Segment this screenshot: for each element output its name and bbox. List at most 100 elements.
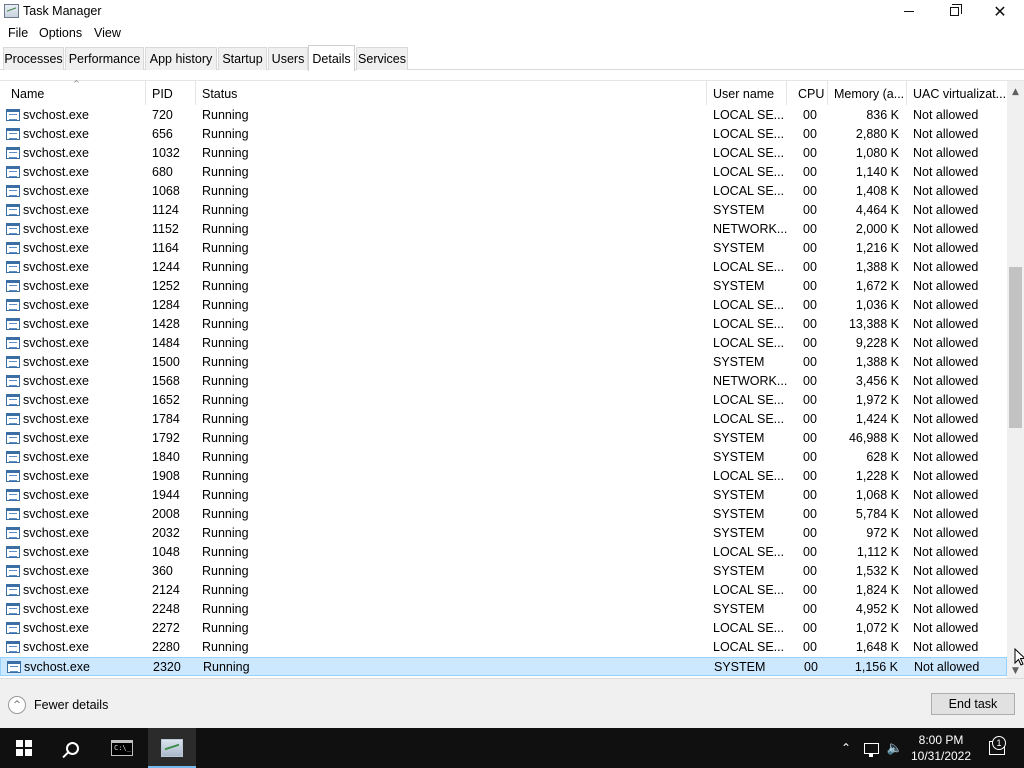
table-row[interactable]: svchost.exe 2320 Running SYSTEM 00 1,156 K Not… <box>0 657 1007 676</box>
exe-icon <box>6 337 20 349</box>
table-row[interactable]: svchost.exe 1032 Running LOCAL SE... 00 1,080… <box>0 144 1007 163</box>
volume-icon[interactable]: 🔈 <box>884 728 906 768</box>
table-row[interactable]: svchost.exe 2248 Running SYSTEM 00 4,952 K Not… <box>0 600 1007 619</box>
process-uac: Not allowed <box>913 469 979 483</box>
vertical-scrollbar[interactable]: ▲ ▼ <box>1007 81 1024 679</box>
windows-logo-icon <box>16 740 32 756</box>
table-row[interactable]: svchost.exe 1048 Running LOCAL SE... 00 1,112… <box>0 543 1007 562</box>
table-row[interactable]: svchost.exe 1792 Running SYSTEM 00 46,988 K No… <box>0 429 1007 448</box>
menu-options[interactable]: Options <box>39 26 82 40</box>
process-user: LOCAL SE... <box>713 165 785 179</box>
table-row[interactable]: svchost.exe 1840 Running SYSTEM 00 628 K Not a… <box>0 448 1007 467</box>
scroll-up-icon[interactable]: ▲ <box>1007 83 1024 100</box>
table-row[interactable]: svchost.exe 1652 Running LOCAL SE... 00 1,972… <box>0 391 1007 410</box>
process-name: svchost.exe <box>23 545 90 559</box>
exe-icon <box>6 413 20 425</box>
fewer-details-link[interactable]: Fewer details <box>34 698 108 712</box>
chevron-up-icon[interactable]: ^ <box>8 696 26 714</box>
table-row[interactable]: svchost.exe 360 Running SYSTEM 00 1,532 K Not … <box>0 562 1007 581</box>
process-cpu: 00 <box>803 146 817 160</box>
tab-startup[interactable]: Startup <box>218 47 267 70</box>
table-row[interactable]: svchost.exe 1164 Running SYSTEM 00 1,216 K Not… <box>0 239 1007 258</box>
tab-services[interactable]: Services <box>356 47 408 70</box>
process-status: Running <box>202 621 249 635</box>
process-memory: 1,140 K <box>855 165 899 179</box>
start-button[interactable] <box>0 728 48 768</box>
table-row[interactable]: svchost.exe 2124 Running LOCAL SE... 00 1,824… <box>0 581 1007 600</box>
table-row[interactable]: svchost.exe 1284 Running LOCAL SE... 00 1,036… <box>0 296 1007 315</box>
table-row[interactable]: svchost.exe 1908 Running LOCAL SE... 00 1,228… <box>0 467 1007 486</box>
action-center-button[interactable]: 1 <box>982 728 1012 768</box>
table-row[interactable]: svchost.exe 1068 Running LOCAL SE... 00 1,408… <box>0 182 1007 201</box>
table-row[interactable]: svchost.exe 1568 Running NETWORK... 00 3,456 … <box>0 372 1007 391</box>
column-header-pid[interactable]: PID <box>146 81 196 106</box>
table-row[interactable]: svchost.exe 1124 Running SYSTEM 00 4,464 K Not… <box>0 201 1007 220</box>
column-header-status[interactable]: Status <box>196 81 706 106</box>
column-header-user-name[interactable]: User name <box>707 81 787 106</box>
table-row[interactable]: svchost.exe 2272 Running LOCAL SE... 00 1,072… <box>0 619 1007 638</box>
table-row[interactable]: svchost.exe 720 Running LOCAL SE... 00 836 K N… <box>0 106 1007 125</box>
tab-app-history[interactable]: App history <box>145 47 217 70</box>
table-row[interactable]: svchost.exe 1784 Running LOCAL SE... 00 1,424… <box>0 410 1007 429</box>
process-uac: Not allowed <box>913 317 979 331</box>
table-row[interactable]: svchost.exe 1244 Running LOCAL SE... 00 1,388… <box>0 258 1007 277</box>
process-status: Running <box>202 165 249 179</box>
maximize-button[interactable] <box>931 0 977 23</box>
tab-performance[interactable]: Performance <box>65 47 144 70</box>
process-uac: Not allowed <box>913 279 979 293</box>
table-row[interactable]: svchost.exe 2280 Running LOCAL SE... 00 1,648… <box>0 638 1007 657</box>
table-row[interactable]: svchost.exe 680 Running LOCAL SE... 00 1,140 … <box>0 163 1007 182</box>
table-row[interactable]: svchost.exe 1944 Running SYSTEM 00 1,068 K Not… <box>0 486 1007 505</box>
table-row[interactable]: svchost.exe 656 Running LOCAL SE... 00 2,880 … <box>0 125 1007 144</box>
process-cpu: 00 <box>803 469 817 483</box>
process-user: LOCAL SE... <box>713 298 785 312</box>
column-header-uac[interactable]: UAC virtualizat... <box>907 81 1007 106</box>
process-uac: Not allowed <box>913 241 979 255</box>
close-button[interactable]: ✕ <box>977 0 1023 23</box>
network-icon[interactable] <box>860 728 882 768</box>
table-row[interactable]: svchost.exe 1152 Running NETWORK... 00 2,000 … <box>0 220 1007 239</box>
table-row[interactable]: svchost.exe 1252 Running SYSTEM 00 1,672 K Not… <box>0 277 1007 296</box>
taskbar-clock[interactable]: 8:00 PM 10/31/2022 <box>905 732 977 764</box>
process-name: svchost.exe <box>23 488 90 502</box>
title-bar[interactable]: Task Manager ✕ <box>0 0 1024 23</box>
taskbar-command-prompt[interactable]: C:\_ <box>98 728 146 768</box>
process-uac: Not allowed <box>913 564 979 578</box>
process-name: svchost.exe <box>23 564 90 578</box>
process-user: SYSTEM <box>713 507 765 521</box>
exe-icon <box>6 641 20 653</box>
menu-view[interactable]: View <box>94 26 121 40</box>
show-hidden-icons-chevron-icon[interactable]: ⌃ <box>836 728 856 768</box>
exe-icon <box>6 147 20 159</box>
search-button[interactable] <box>48 728 96 768</box>
process-cpu: 00 <box>803 355 817 369</box>
table-row[interactable]: svchost.exe 2008 Running SYSTEM 00 5,784 K Not… <box>0 505 1007 524</box>
column-divider[interactable] <box>786 81 787 105</box>
taskbar-task-manager[interactable] <box>148 728 196 768</box>
table-row[interactable]: svchost.exe 1500 Running SYSTEM 00 1,388 K Not… <box>0 353 1007 372</box>
table-row[interactable]: svchost.exe 2032 Running SYSTEM 00 972 K Not a… <box>0 524 1007 543</box>
exe-icon <box>6 128 20 140</box>
process-cpu: 00 <box>803 222 817 236</box>
process-user: NETWORK... <box>713 222 788 236</box>
table-row[interactable]: svchost.exe 1428 Running LOCAL SE... 00 13,38… <box>0 315 1007 334</box>
process-memory: 972 K <box>866 526 899 540</box>
scrollbar-thumb[interactable] <box>1009 267 1022 428</box>
end-task-button[interactable]: End task <box>931 693 1015 715</box>
process-cpu: 00 <box>803 545 817 559</box>
column-header-name[interactable]: ^ Name <box>5 79 145 106</box>
process-memory: 1,532 K <box>855 564 899 578</box>
tab-processes[interactable]: Processes <box>3 47 64 70</box>
process-user: SYSTEM <box>713 450 765 464</box>
table-row[interactable]: svchost.exe 1484 Running LOCAL SE... 00 9,228… <box>0 334 1007 353</box>
column-header-cpu[interactable]: CPU <box>792 81 828 106</box>
task-manager-icon <box>4 4 19 18</box>
menu-file[interactable]: File <box>8 26 28 40</box>
notification-badge: 1 <box>992 736 1006 750</box>
minimize-button[interactable] <box>886 0 932 23</box>
tab-users[interactable]: Users <box>268 47 308 70</box>
tab-details[interactable]: Details <box>308 45 355 71</box>
process-cpu: 00 <box>803 450 817 464</box>
column-header-memory[interactable]: Memory (a... <box>828 81 906 106</box>
process-uac: Not allowed <box>913 336 979 350</box>
